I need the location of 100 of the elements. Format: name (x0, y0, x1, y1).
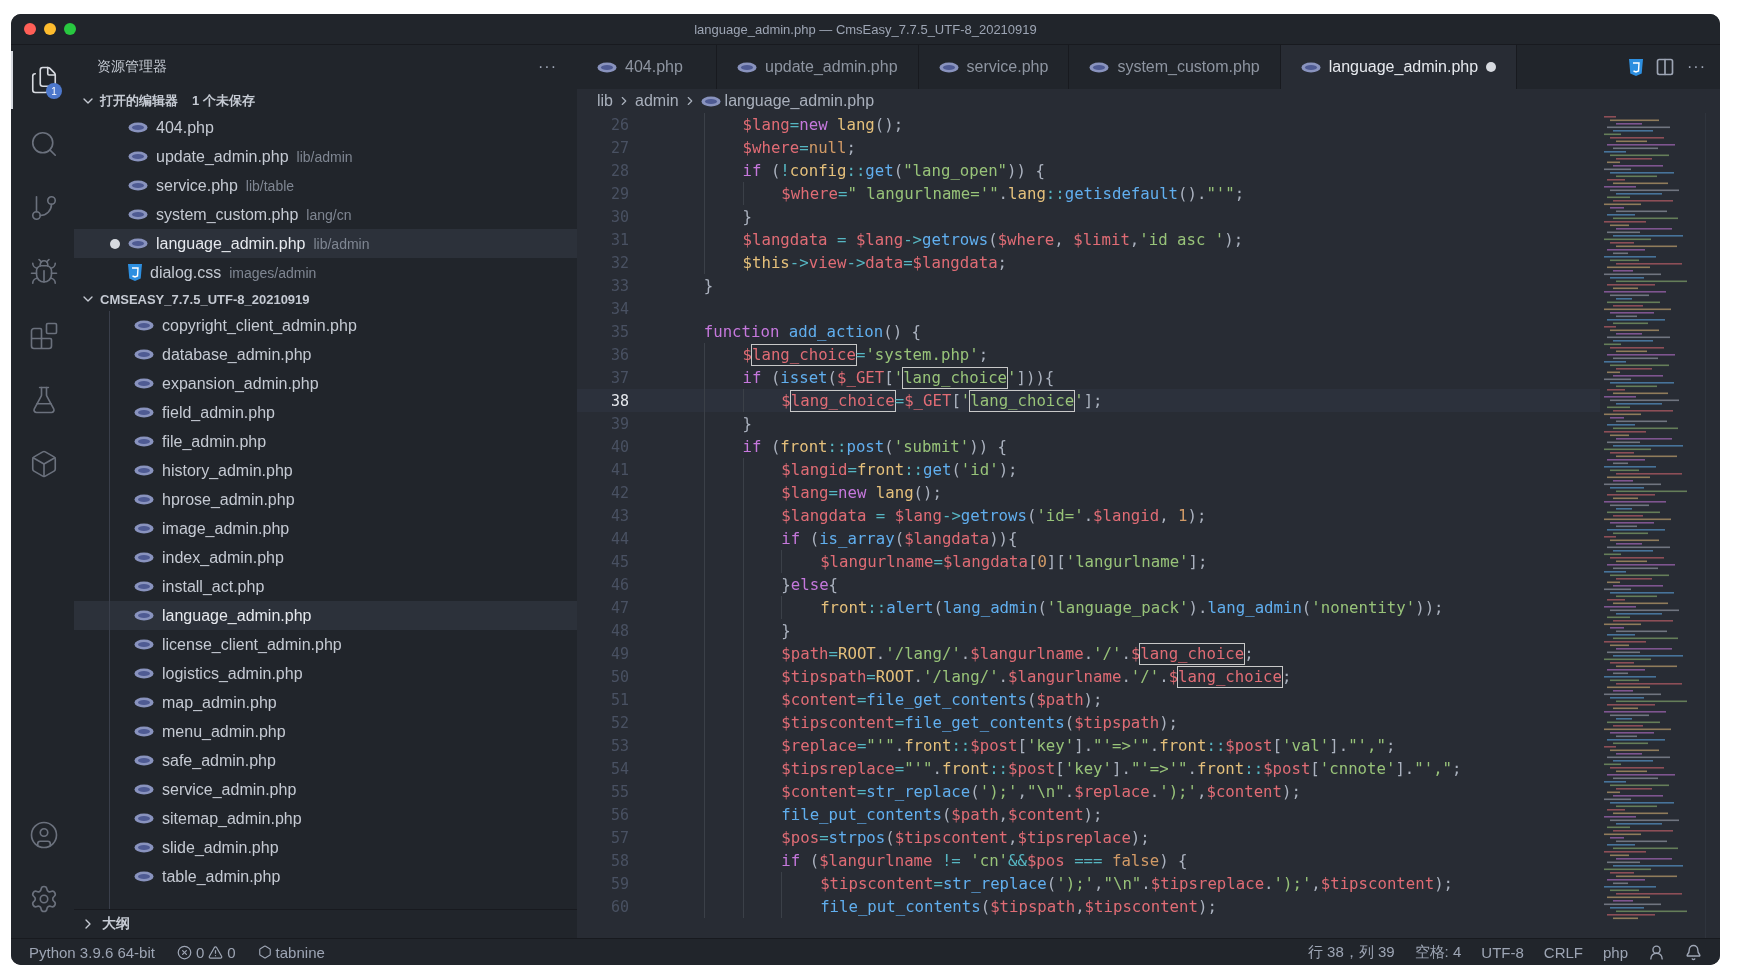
php-file-icon (1089, 61, 1110, 73)
status-item[interactable]: UTF-8 (1481, 943, 1524, 961)
status-item[interactable]: CRLF (1543, 943, 1583, 961)
code-line: file_put_contents($path,$content); (665, 803, 1103, 826)
file-item[interactable]: map_admin.php (74, 688, 577, 717)
close-button[interactable] (24, 23, 36, 35)
open-editor-item[interactable]: language_admin.php lib/admin (74, 229, 577, 258)
more-actions-button[interactable]: ··· (538, 58, 557, 76)
file-item[interactable]: slide_admin.php (74, 833, 577, 862)
php-file-icon (597, 61, 617, 73)
bug-icon (28, 257, 59, 287)
sidebar-title: 资源管理器 (97, 58, 167, 76)
php-file-icon (737, 61, 757, 73)
code-line: if (!config::get("lang_open")) { (665, 159, 1045, 182)
notification-bell-icon[interactable] (1685, 943, 1702, 961)
split-editor-icon[interactable] (1655, 57, 1675, 77)
code-line: $replace="'".front::$post['key']."'=>'".front::$post['val']."',"; (665, 734, 1396, 757)
php-file-icon (128, 209, 148, 220)
error-icon (176, 944, 192, 960)
code-line: $content=file_get_contents($path); (665, 688, 1103, 711)
php-file-icon (134, 523, 154, 534)
php-file-icon (134, 436, 154, 447)
file-item[interactable]: sitemap_admin.php (74, 804, 577, 833)
folder-header[interactable]: CMSEASY_7.7.5_UTF-8_20210919 (74, 287, 577, 311)
more-actions-button[interactable]: ··· (1687, 58, 1706, 76)
file-item[interactable]: install_act.php (74, 572, 577, 601)
file-path: lib/table (245, 177, 295, 194)
code-line: $tipspath=ROOT.'/lang/'.$langurlname.'/'.$lang_choice; (665, 665, 1292, 688)
status-item[interactable]: 行 38，列 39 (1307, 942, 1395, 962)
code-line: file_put_contents($tipspath,$tipscontent); (665, 895, 1217, 918)
file-item[interactable]: field_admin.php (74, 398, 577, 427)
open-editors-header[interactable]: 打开的编辑器 1 个未保存 (74, 89, 577, 113)
file-item[interactable]: copyright_client_admin.php (74, 311, 577, 340)
css-file-icon (128, 264, 142, 281)
code-line: $lang=new lang(); (665, 113, 904, 136)
file-item[interactable]: hprose_admin.php (74, 485, 577, 514)
file-item[interactable]: index_admin.php (74, 543, 577, 572)
file-path: lang/cn (306, 206, 352, 223)
php-file-icon (134, 465, 154, 476)
php-file-icon (134, 813, 154, 824)
php-file-icon (134, 610, 154, 621)
file-item[interactable]: safe_admin.php (74, 746, 577, 775)
open-editor-item[interactable]: dialog.css images/admin (74, 258, 577, 287)
window-title: language_admin.php — CmsEasy_7.7.5_UTF-8_20210919 (694, 21, 1037, 37)
problems-indicator[interactable]: 0 0 (176, 943, 236, 961)
php-file-icon (134, 668, 154, 679)
editor-tab[interactable]: language_admin.php (1280, 45, 1518, 89)
file-item[interactable]: history_admin.php (74, 456, 577, 485)
open-editor-item[interactable]: system_custom.php lang/cn (74, 200, 577, 229)
open-editor-item[interactable]: service.php lib/table (74, 171, 577, 200)
zoom-button[interactable] (64, 23, 76, 35)
php-file-icon (128, 122, 148, 133)
open-editor-item[interactable]: 404.php (74, 113, 577, 142)
file-item[interactable]: language_admin.php (74, 601, 577, 630)
php-file-icon (1300, 61, 1321, 73)
line-number: 38 (609, 391, 630, 410)
css-file-icon (1629, 58, 1643, 76)
breadcrumb-item[interactable]: lib (597, 92, 613, 110)
breadcrumb-item[interactable]: language_admin.php (724, 92, 875, 110)
file-item[interactable]: menu_admin.php (74, 717, 577, 746)
minimize-button[interactable] (44, 23, 56, 35)
code-line: $path=ROOT.'/lang/'.$langurlname.'/'.$lang_choice; (665, 642, 1254, 665)
file-path: lib/admin (313, 235, 370, 252)
code-line: $this->view->data=$langdata; (665, 251, 1008, 274)
file-path: images/admin (229, 264, 317, 281)
php-file-icon (134, 581, 154, 592)
code-line: $lang=new lang(); (665, 481, 942, 504)
php-file-icon (134, 697, 154, 708)
php-file-icon (134, 639, 154, 650)
file-item[interactable]: service_admin.php (74, 775, 577, 804)
file-item[interactable]: database_admin.php (74, 340, 577, 369)
breadcrumb-item[interactable]: admin (635, 92, 679, 110)
file-item[interactable]: logistics_admin.php (74, 659, 577, 688)
file-item[interactable]: file_admin.php (74, 427, 577, 456)
tabnine-status[interactable]: tabnine (257, 943, 325, 961)
php-file-icon (128, 180, 148, 191)
php-file-icon (134, 349, 154, 360)
file-item[interactable]: license_client_admin.php (74, 630, 577, 659)
file-item[interactable]: table_admin.php (74, 862, 577, 891)
status-item[interactable]: 空格: 4 (1414, 942, 1462, 962)
code-line: $langurlname=$langdata[0]['langurlname']; (665, 550, 1208, 573)
code-line: } (665, 619, 791, 642)
php-file-icon (128, 151, 148, 162)
account-icon[interactable] (1648, 943, 1665, 961)
file-path: lib/admin (296, 148, 353, 165)
open-editor-item[interactable]: update_admin.php lib/admin (74, 142, 577, 171)
php-file-icon (134, 320, 154, 331)
status-item[interactable]: php (1602, 943, 1628, 961)
code-line: } (665, 412, 752, 435)
code-line: if (front::post('submit')) { (665, 435, 1008, 458)
code-line: $langdata = $lang->getrows('id='.$langid, 1); (665, 504, 1207, 527)
php-file-icon (134, 842, 154, 853)
file-item[interactable]: expansion_admin.php (74, 369, 577, 398)
account-icon (28, 820, 59, 850)
code-line: } (702, 275, 714, 297)
php-file-icon (134, 726, 154, 737)
python-interpreter[interactable]: Python 3.9.6 64-bit (29, 943, 155, 961)
code-line: $where=" langurlname='".lang::getisdefault()."'"; (665, 182, 1245, 205)
file-item[interactable]: image_admin.php (74, 514, 577, 543)
php-file-icon (134, 871, 154, 882)
